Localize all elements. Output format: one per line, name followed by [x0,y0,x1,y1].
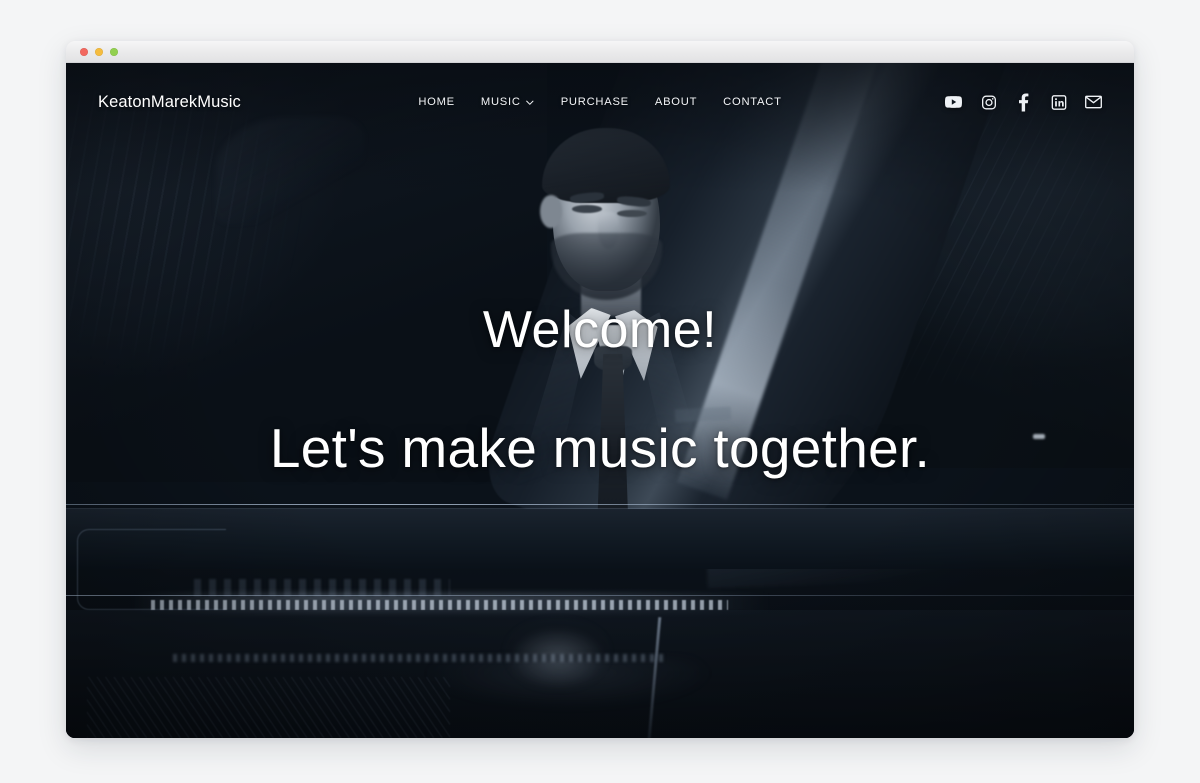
nav-item-home-label: HOME [418,96,455,108]
site-logo[interactable]: KeatonMarekMusic [98,93,241,112]
nav-item-purchase-label: PURCHASE [560,96,629,108]
nav-item-contact-label: CONTACT [723,96,782,108]
instagram-icon[interactable] [980,94,997,111]
facebook-icon[interactable] [1015,93,1032,111]
nav-item-purchase[interactable]: PURCHASE [561,96,629,108]
piano-fallboard-edge [66,503,1134,506]
chevron-down-icon [526,98,535,107]
email-icon[interactable] [1085,94,1102,111]
nav-item-contact[interactable]: CONTACT [723,96,782,108]
reflected-keys [172,653,665,663]
pianist-figure [397,124,824,543]
hero-background-image [66,63,1134,738]
youtube-icon[interactable] [945,94,962,111]
nav-item-about[interactable]: ABOUT [655,96,697,108]
nav-item-home[interactable]: HOME [418,96,455,108]
nav-item-music-label: MUSIC [480,96,521,108]
social-links [945,93,1102,111]
traffic-lights [80,47,118,56]
linkedin-icon[interactable] [1050,94,1067,111]
main-navigation: HOME MUSIC PURCHASE ABOUT CONTACT [418,96,781,108]
piano-fallboard [66,508,1134,570]
minimize-window-button[interactable] [95,47,103,56]
browser-window: KeatonMarekMusic HOME MUSIC PURCHASE ABO… [66,41,1134,738]
ear [540,194,562,229]
eye-left [572,205,603,213]
maximize-window-button[interactable] [110,47,118,56]
site-navbar: KeatonMarekMusic HOME MUSIC PURCHASE ABO… [66,63,1134,141]
reflected-body [407,657,729,738]
piano-rim-highlight [66,594,1134,596]
nav-item-music[interactable]: MUSIC [481,96,535,108]
piano-lid-tip-glint [1032,434,1045,440]
page-viewport: KeatonMarekMusic HOME MUSIC PURCHASE ABO… [66,63,1134,738]
beard [550,232,662,300]
piano-soundboard-strings [87,677,451,738]
close-window-button[interactable] [80,47,88,56]
nav-item-about-label: ABOUT [654,96,698,108]
browser-title-bar [66,41,1134,63]
eye-right [617,209,647,218]
